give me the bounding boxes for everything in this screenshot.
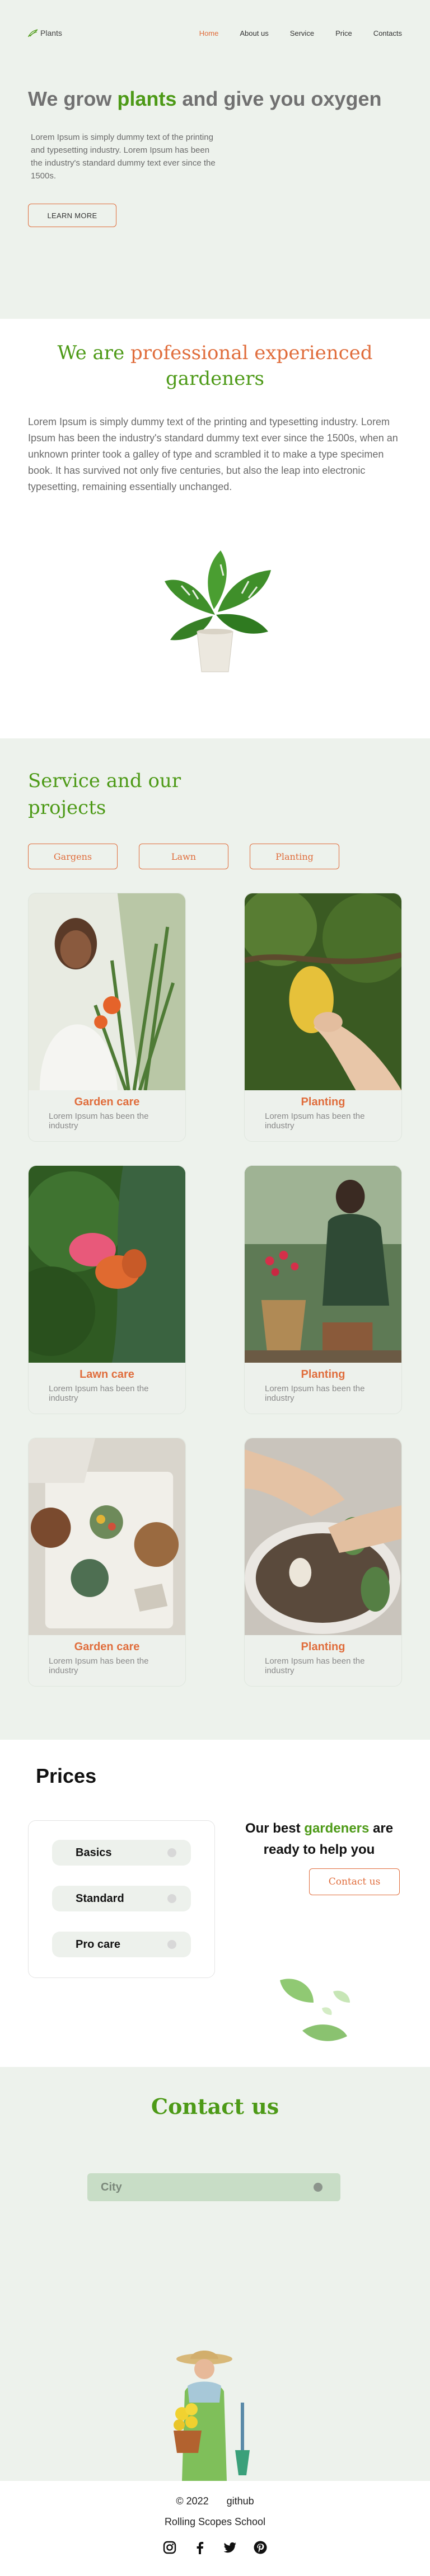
card-title: Planting xyxy=(301,1641,345,1653)
about-title-a: We are xyxy=(57,342,130,364)
card-text: Lorem Ipsum has been the industry xyxy=(265,1656,365,1675)
social-links xyxy=(0,2540,430,2555)
hero-title-post: and give you oxygen xyxy=(176,87,382,110)
footer: © 2022 github Rolling Scopes School xyxy=(0,2481,430,2576)
offer-pre: Our best xyxy=(245,1821,305,1836)
about-title: We are professional experienced gardener… xyxy=(28,319,402,392)
dropdown-dot-icon xyxy=(314,2183,322,2192)
city-select[interactable]: City xyxy=(87,2173,340,2201)
leaves-image xyxy=(269,1969,364,2056)
hero-title-accent: plants xyxy=(117,87,177,110)
service-card[interactable]: Planting Lorem Ipsum has been the indust… xyxy=(244,893,402,1142)
plan-pro-care[interactable]: Pro care xyxy=(52,1932,191,1957)
nav-contacts[interactable]: Contacts xyxy=(373,29,402,37)
nav-about[interactable]: About us xyxy=(240,29,268,37)
service-title: Service and our projects xyxy=(28,770,181,819)
logo[interactable]: Plants xyxy=(28,29,62,37)
contact-title: Contact us xyxy=(151,2094,279,2119)
city-select-value: City xyxy=(101,2181,122,2193)
about-title-c: gardeners xyxy=(166,368,264,390)
succulents-table-photo xyxy=(29,1438,185,1635)
nav-price[interactable]: Price xyxy=(335,29,352,37)
card-title: Garden care xyxy=(74,1096,140,1108)
logo-text: Plants xyxy=(40,29,62,37)
expand-dot-icon xyxy=(167,1848,176,1857)
cactus-planting-photo xyxy=(245,1438,401,1635)
twitter-icon[interactable] xyxy=(223,2540,237,2555)
service-card[interactable]: Garden care Lorem Ipsum has been the ind… xyxy=(28,893,186,1142)
leaf-logo-icon xyxy=(28,29,38,37)
learn-more-button[interactable]: LEARN MORE xyxy=(28,204,116,227)
service-cards: Garden care Lorem Ipsum has been the ind… xyxy=(28,893,402,1687)
plan-label: Pro care xyxy=(76,1938,121,1951)
instagram-icon[interactable] xyxy=(162,2540,177,2555)
nav-home[interactable]: Home xyxy=(199,29,219,37)
gardener-woman-image xyxy=(157,2347,274,2484)
plan-label: Basics xyxy=(76,1846,112,1859)
hero-section: Plants Home About us Service Price Conta… xyxy=(0,0,430,319)
lawn-care-photo xyxy=(29,1166,185,1363)
contact-us-button[interactable]: Contact us xyxy=(309,1868,400,1895)
nav-service[interactable]: Service xyxy=(290,29,314,37)
planting-woman-photo xyxy=(245,1166,401,1363)
plan-standard[interactable]: Standard xyxy=(52,1886,191,1911)
planting-photo xyxy=(245,893,401,1090)
card-text: Lorem Ipsum has been the industry xyxy=(49,1112,149,1131)
prices-section: Prices Basics Standard Pro care Our best… xyxy=(0,1740,430,2067)
filter-planting-button[interactable]: Planting xyxy=(250,844,339,869)
offer-accent: gardeners xyxy=(304,1821,370,1836)
about-text: Lorem Ipsum is simply dummy text of the … xyxy=(28,416,398,492)
card-title: Lawn care xyxy=(80,1368,134,1381)
hero-text: Lorem Ipsum is simply dummy text of the … xyxy=(31,133,216,181)
offer-text: Our best gardeners are ready to help you xyxy=(235,1818,403,1861)
card-text: Lorem Ipsum has been the industry xyxy=(265,1384,365,1403)
school-link[interactable]: Rolling Scopes School xyxy=(0,2516,430,2528)
header-nav: Plants Home About us Service Price Conta… xyxy=(28,0,402,66)
hero-title: We grow plants and give you oxygen xyxy=(28,85,402,113)
service-card[interactable]: Planting Lorem Ipsum has been the indust… xyxy=(244,1438,402,1687)
card-text: Lorem Ipsum has been the industry xyxy=(265,1112,365,1131)
service-filters: Gargens Lawn Planting xyxy=(28,844,402,869)
service-card[interactable]: Garden care Lorem Ipsum has been the ind… xyxy=(28,1438,186,1687)
facebook-icon[interactable] xyxy=(193,2540,207,2555)
prices-title: Prices xyxy=(36,1764,97,1787)
gardeners-offer: Our best gardeners are ready to help you… xyxy=(235,1818,403,1895)
filter-lawn-button[interactable]: Lawn xyxy=(139,844,228,869)
garden-care-photo xyxy=(29,893,185,1090)
contact-section: Contact us City xyxy=(0,2067,430,2481)
hero-title-pre: We grow xyxy=(28,87,118,110)
expand-dot-icon xyxy=(167,1940,176,1949)
monstera-plant-image xyxy=(28,542,402,676)
plan-basics[interactable]: Basics xyxy=(52,1840,191,1866)
service-card[interactable]: Planting Lorem Ipsum has been the indust… xyxy=(244,1165,402,1414)
price-accordion: Basics Standard Pro care xyxy=(28,1820,215,1978)
service-section: Service and our projects Gargens Lawn Pl… xyxy=(0,738,430,1740)
about-title-b: professional experienced xyxy=(130,342,373,364)
service-card[interactable]: Lawn care Lorem Ipsum has been the indus… xyxy=(28,1165,186,1414)
about-section: We are professional experienced gardener… xyxy=(0,319,430,738)
card-text: Lorem Ipsum has been the industry xyxy=(49,1384,149,1403)
pinterest-icon[interactable] xyxy=(253,2540,268,2555)
main-menu: Home About us Service Price Contacts xyxy=(178,29,402,37)
copyright-text: © 2022 xyxy=(176,2495,209,2507)
github-link[interactable]: github xyxy=(227,2495,254,2507)
card-text: Lorem Ipsum has been the industry xyxy=(49,1656,149,1675)
filter-gardens-button[interactable]: Gargens xyxy=(28,844,118,869)
footer-copyright-row: © 2022 github xyxy=(0,2495,430,2507)
card-title: Planting xyxy=(301,1368,345,1381)
card-title: Planting xyxy=(301,1096,345,1108)
plan-label: Standard xyxy=(76,1892,124,1905)
card-title: Garden care xyxy=(74,1641,140,1653)
expand-dot-icon xyxy=(167,1894,176,1903)
